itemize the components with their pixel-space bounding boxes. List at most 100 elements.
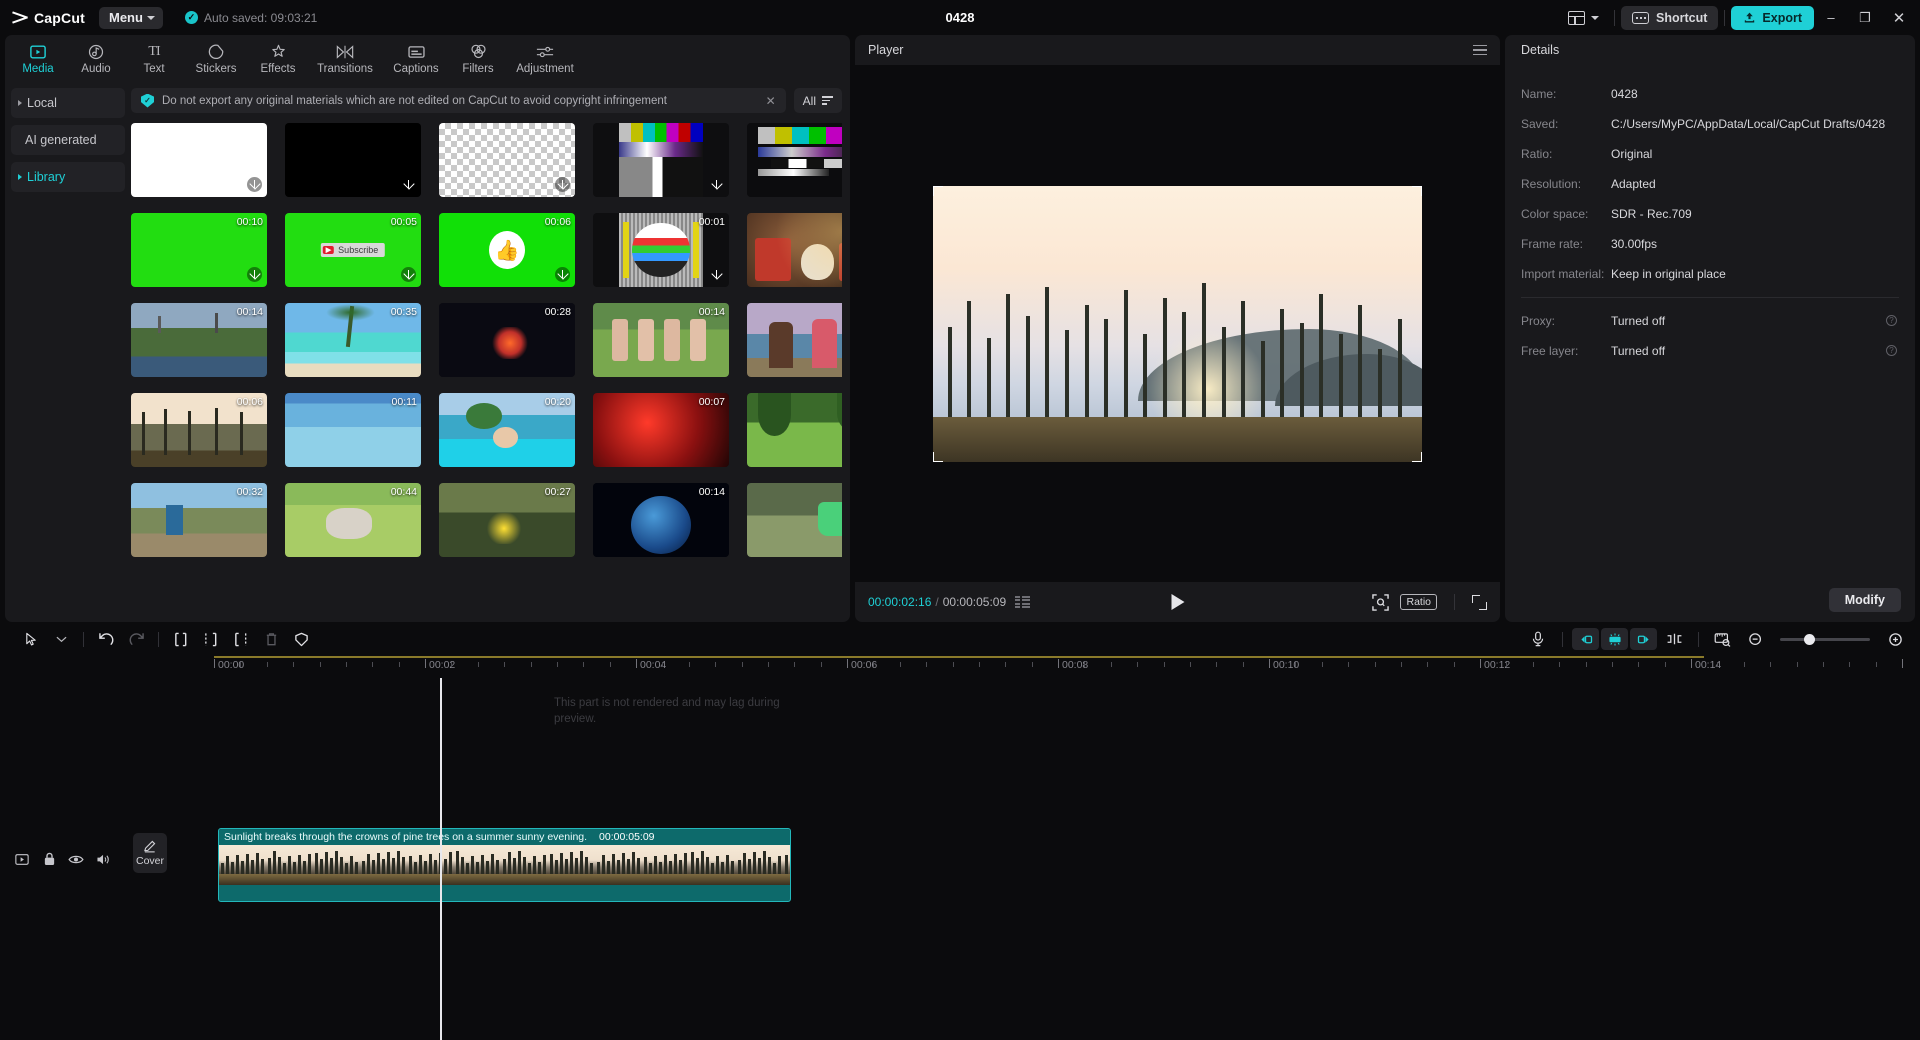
media-item[interactable]: 00:11 — [747, 213, 842, 287]
media-item[interactable]: 00:01 — [593, 213, 729, 287]
media-item[interactable]: 00:07 — [593, 393, 729, 467]
media-item[interactable]: 00:13 — [747, 393, 842, 467]
tab-text[interactable]: TI Text — [125, 38, 183, 80]
download-icon[interactable] — [247, 267, 262, 282]
download-icon[interactable] — [555, 267, 570, 282]
close-icon[interactable]: ✕ — [766, 94, 776, 108]
export-button[interactable]: Export — [1731, 6, 1814, 30]
select-tool-button[interactable] — [16, 626, 46, 652]
help-icon[interactable]: ? — [1886, 315, 1897, 326]
zoom-slider[interactable] — [1780, 638, 1870, 641]
keyframe-next-button[interactable] — [1630, 628, 1657, 650]
video-track-icon[interactable] — [14, 851, 30, 867]
record-voiceover-button[interactable] — [1523, 626, 1553, 652]
filmstrip-frame — [313, 845, 360, 885]
player-title: Player — [868, 43, 903, 57]
zoom-slider-handle[interactable] — [1804, 634, 1815, 645]
media-item[interactable]: 00:20 — [439, 393, 575, 467]
media-item[interactable] — [439, 123, 575, 197]
tab-transitions[interactable]: Transitions — [307, 38, 383, 80]
media-item[interactable]: 00:10 — [747, 483, 842, 557]
play-icon[interactable] — [1171, 594, 1184, 610]
media-item[interactable]: 👍 00:06 — [439, 213, 575, 287]
zoom-in-button[interactable] — [1880, 626, 1910, 652]
download-icon[interactable] — [401, 267, 416, 282]
select-tool-dropdown[interactable] — [46, 626, 76, 652]
filter-all-button[interactable]: All — [794, 88, 842, 113]
media-item[interactable]: 00:14 — [131, 303, 267, 377]
hamburger-icon[interactable] — [1473, 45, 1487, 56]
layout-button[interactable] — [1559, 0, 1608, 35]
media-item[interactable]: ▶Subscribe 00:05 — [285, 213, 421, 287]
ruler-tick — [1691, 659, 1692, 668]
maximize-button[interactable]: ❐ — [1848, 0, 1882, 35]
lock-icon[interactable] — [41, 851, 57, 867]
download-icon[interactable] — [401, 177, 416, 192]
eye-icon[interactable] — [68, 851, 84, 867]
sidebar-item-ai-generated[interactable]: AI generated — [11, 125, 125, 155]
tab-effects[interactable]: Effects — [249, 38, 307, 80]
download-icon[interactable] — [555, 177, 570, 192]
download-icon[interactable] — [709, 177, 724, 192]
ratio-button[interactable]: Ratio — [1400, 594, 1437, 610]
preview-stage[interactable] — [855, 65, 1500, 582]
media-item[interactable]: 00:11 — [285, 393, 421, 467]
media-item[interactable]: 00:44 — [285, 483, 421, 557]
trim-right-button[interactable] — [226, 626, 256, 652]
audio-levels-icon[interactable] — [1015, 596, 1030, 609]
sidebar-item-library[interactable]: Library — [11, 162, 125, 192]
media-item[interactable]: 00:27 — [439, 483, 575, 557]
tab-media[interactable]: Media — [9, 38, 67, 80]
handle-top-right[interactable] — [1412, 186, 1422, 196]
redo-button[interactable] — [121, 626, 151, 652]
media-grid-scroll[interactable]: 00:10 ▶Subscribe 00:05 — [131, 113, 842, 622]
timeline-canvas[interactable]: This part is not rendered and may lag du… — [196, 678, 1920, 1040]
media-item[interactable]: 00:32 — [131, 483, 267, 557]
tab-stickers[interactable]: Stickers — [183, 38, 249, 80]
media-item[interactable]: 00:10 — [131, 213, 267, 287]
time-separator: / — [935, 595, 938, 609]
playhead[interactable] — [440, 678, 442, 1040]
media-item[interactable]: 00:23 — [747, 303, 842, 377]
trim-left-button[interactable] — [196, 626, 226, 652]
split-button[interactable] — [166, 626, 196, 652]
auto-split-button[interactable] — [1659, 626, 1689, 652]
media-item[interactable]: 00:14 — [593, 483, 729, 557]
tab-captions[interactable]: Captions — [383, 38, 449, 80]
timeline-clip[interactable]: Sunlight breaks through the crowns of pi… — [218, 828, 791, 902]
download-icon[interactable] — [247, 177, 262, 192]
undo-button[interactable] — [91, 626, 121, 652]
tab-audio[interactable]: Audio — [67, 38, 125, 80]
menu-button[interactable]: Menu — [99, 7, 163, 29]
tab-adjustment[interactable]: Adjustment — [507, 38, 583, 80]
timeline-ruler[interactable]: 00:00 00:02 00:04 00:06 00:08 00:10 00:1… — [196, 656, 1920, 678]
keyframe-prev-button[interactable] — [1572, 628, 1599, 650]
speaker-icon[interactable] — [95, 851, 111, 867]
media-item[interactable] — [131, 123, 267, 197]
zoom-out-button[interactable] — [1740, 626, 1770, 652]
download-icon[interactable] — [709, 267, 724, 282]
modify-button[interactable]: Modify — [1829, 588, 1901, 612]
cover-button[interactable]: Cover — [133, 833, 167, 873]
media-item[interactable]: 00:35 — [285, 303, 421, 377]
close-button[interactable]: ✕ — [1882, 0, 1916, 35]
media-item[interactable]: 00:14 — [593, 303, 729, 377]
shortcut-button[interactable]: Shortcut — [1621, 6, 1718, 30]
sidebar-item-local[interactable]: Local — [11, 88, 125, 118]
minimize-button[interactable]: – — [1814, 0, 1848, 35]
delete-button[interactable] — [256, 626, 286, 652]
media-item[interactable] — [747, 123, 842, 197]
detail-label: Color space: — [1521, 207, 1611, 221]
media-item[interactable] — [593, 123, 729, 197]
crop-zoom-icon[interactable] — [1372, 594, 1389, 611]
mark-button[interactable] — [286, 626, 316, 652]
help-icon[interactable]: ? — [1886, 345, 1897, 356]
fullscreen-icon[interactable] — [1472, 595, 1487, 610]
media-item[interactable]: 00:28 — [439, 303, 575, 377]
fit-timeline-button[interactable] — [1708, 626, 1738, 652]
keyframe-add-button[interactable] — [1601, 628, 1628, 650]
tab-filters[interactable]: Filters — [449, 38, 507, 80]
media-item[interactable] — [285, 123, 421, 197]
media-item[interactable]: 00:06 — [131, 393, 267, 467]
handle-top-left[interactable] — [933, 186, 943, 196]
